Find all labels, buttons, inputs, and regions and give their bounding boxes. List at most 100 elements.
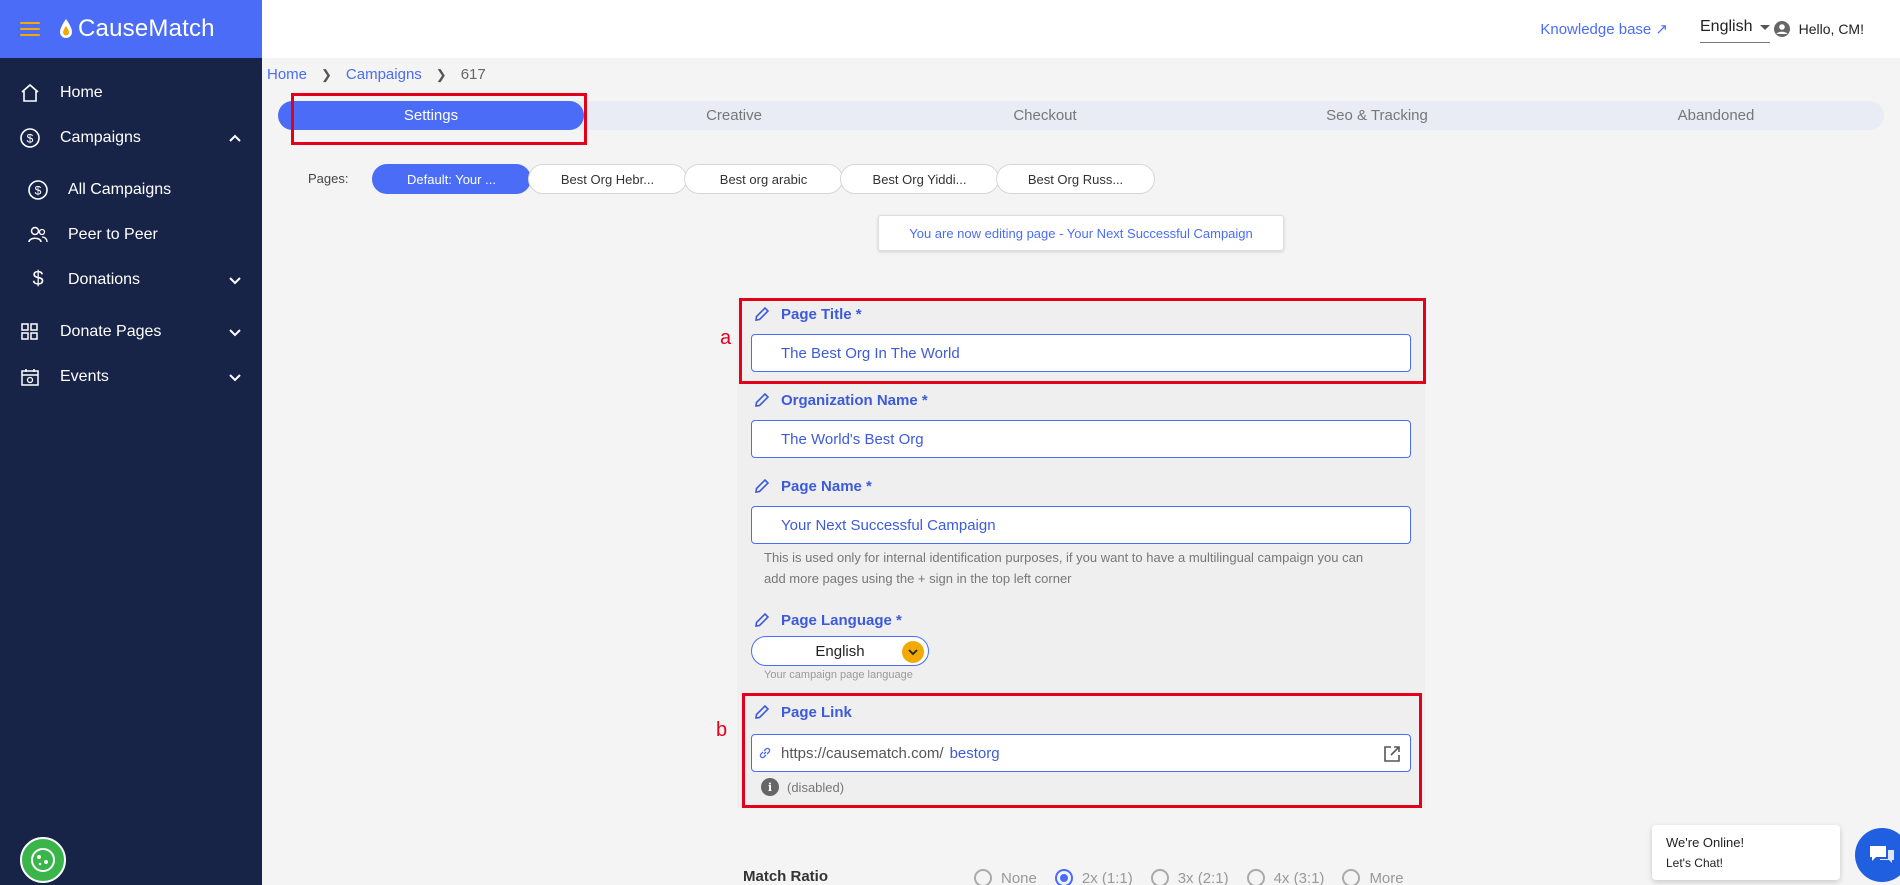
- radio-label: More: [1369, 869, 1404, 885]
- annotation-box-settings-tab: [291, 93, 587, 145]
- breadcrumb-home[interactable]: Home: [267, 66, 307, 83]
- chat-bubble[interactable]: We're Online! Let's Chat!: [1652, 825, 1840, 880]
- chat-button[interactable]: [1855, 828, 1900, 882]
- page-language-hint: Your campaign page language: [764, 669, 913, 681]
- pencil-icon: [755, 478, 770, 493]
- chevron-right-icon: ❯: [435, 66, 447, 82]
- sidebar: CauseMatch Home $ Campaigns $ All Campai…: [0, 0, 262, 885]
- sidebar-item-events[interactable]: Events: [0, 354, 262, 399]
- sidebar-item-label: Donations: [68, 270, 141, 288]
- radio-label: 3x (2:1): [1177, 869, 1229, 885]
- sidebar-item-label: All Campaigns: [68, 180, 172, 198]
- help-line: add more pages using the + sign in the t…: [764, 571, 1072, 586]
- chevron-down-icon[interactable]: [228, 370, 242, 384]
- tab-creative[interactable]: Creative: [584, 101, 884, 130]
- pencil-icon: [755, 612, 770, 627]
- page-chip[interactable]: Default: Your ...: [372, 164, 531, 194]
- organization-name-label-text: Organization Name *: [781, 391, 928, 409]
- sidebar-item-campaigns[interactable]: $ Campaigns: [0, 115, 262, 160]
- sidebar-item-label: Donate Pages: [60, 322, 162, 340]
- page-chip[interactable]: Best Org Yiddi...: [840, 164, 999, 194]
- match-ratio-option-3x[interactable]: 3x (2:1): [1150, 869, 1229, 885]
- sidebar-item-all-campaigns[interactable]: $ All Campaigns: [0, 167, 262, 212]
- annotation-box-a: [739, 298, 1426, 384]
- radio-icon: [1342, 869, 1361, 885]
- chat-line-1: We're Online!: [1666, 835, 1745, 850]
- svg-text:$: $: [35, 183, 42, 197]
- match-ratio-option-more[interactable]: More: [1342, 869, 1404, 885]
- sidebar-item-label: Home: [60, 83, 103, 101]
- page-name-help: This is used only for internal identific…: [764, 547, 1404, 589]
- annotation-letter-a: a: [720, 327, 732, 349]
- tab-abandoned[interactable]: Abandoned: [1548, 101, 1884, 130]
- radio-icon: [974, 869, 992, 885]
- chevron-up-icon[interactable]: [228, 131, 242, 145]
- dollar-circle-icon: $: [26, 178, 50, 202]
- annotation-letter-b: b: [716, 719, 728, 741]
- svg-text:$: $: [27, 131, 34, 145]
- page-chip[interactable]: Best Org Hebr...: [528, 164, 687, 194]
- annotation-box-b: [742, 693, 1422, 808]
- tab-seo-tracking[interactable]: Seo & Tracking: [1206, 101, 1548, 130]
- people-icon: [26, 223, 50, 247]
- chevron-down-icon[interactable]: [228, 273, 242, 287]
- match-ratio-label: Match Ratio: [743, 868, 829, 885]
- page-chip[interactable]: Best org arabic: [684, 164, 843, 194]
- organization-name-label: Organization Name *: [753, 391, 928, 409]
- tab-checkout[interactable]: Checkout: [884, 101, 1206, 130]
- logo-icon: [60, 19, 72, 38]
- language-select-value: English: [1700, 18, 1753, 35]
- topbar: Knowledge base ↗ English Hello, CM!: [262, 0, 1900, 58]
- radio-label: 4x (3:1): [1273, 869, 1325, 885]
- page-chips: Default: Your ... Best Org Hebr... Best …: [372, 164, 1155, 194]
- cookie-settings-button[interactable]: [20, 837, 66, 883]
- match-ratio-options: None 2x (1:1) 3x (2:1) 4x (3:1) More: [974, 869, 1422, 885]
- match-ratio-option-2x[interactable]: 2x (1:1): [1054, 869, 1133, 885]
- page-language-select[interactable]: English: [751, 636, 929, 666]
- brand-bar: CauseMatch: [0, 0, 262, 58]
- dollar-circle-icon: $: [18, 126, 42, 150]
- radio-icon: [1150, 869, 1169, 885]
- page-name-input[interactable]: Your Next Successful Campaign: [751, 506, 1411, 544]
- breadcrumb-current: 617: [460, 66, 486, 83]
- page-name-label-text: Page Name *: [781, 477, 872, 495]
- match-ratio-option-none[interactable]: None: [974, 869, 1037, 885]
- help-line: This is used only for internal identific…: [764, 550, 1364, 565]
- menu-icon[interactable]: [20, 22, 40, 36]
- language-select[interactable]: English: [1700, 18, 1770, 43]
- page-language-value: English: [815, 642, 865, 660]
- chevron-down-icon[interactable]: [228, 325, 242, 339]
- radio-checked-icon: [1054, 869, 1073, 885]
- editing-banner: You are now editing page - Your Next Suc…: [878, 215, 1284, 251]
- user-greeting: Hello, CM!: [1798, 21, 1864, 37]
- dropdown-caret-icon: [1760, 25, 1770, 30]
- match-ratio-option-4x[interactable]: 4x (3:1): [1246, 869, 1325, 885]
- sidebar-item-donate-pages[interactable]: Donate Pages: [0, 309, 262, 354]
- chevron-right-icon: ❯: [321, 66, 332, 82]
- sidebar-nav: Home $ Campaigns $ All Campaigns Peer to…: [0, 58, 262, 399]
- sidebar-item-peer-to-peer[interactable]: Peer to Peer: [0, 212, 262, 257]
- page-language-label-text: Page Language *: [781, 611, 902, 629]
- breadcrumb: Home ❯ Campaigns ❯ 617: [267, 66, 486, 83]
- radio-label: None: [1001, 869, 1037, 885]
- cookie-icon: [31, 848, 55, 872]
- organization-name-input[interactable]: The World's Best Org: [751, 420, 1411, 458]
- radio-icon: [1246, 869, 1265, 885]
- user-menu[interactable]: Hello, CM!: [1773, 20, 1864, 38]
- sidebar-item-label: Campaigns: [60, 128, 141, 146]
- sidebar-item-label: Peer to Peer: [68, 225, 158, 243]
- sidebar-item-donations[interactable]: $ Donations: [0, 257, 262, 302]
- page-name-label: Page Name *: [753, 477, 872, 495]
- brand-name: CauseMatch: [78, 15, 215, 42]
- knowledge-base-link[interactable]: Knowledge base ↗: [1540, 20, 1668, 38]
- page-language-label: Page Language *: [753, 611, 902, 629]
- radio-label: 2x (1:1): [1081, 869, 1133, 885]
- chat-icon: [1870, 846, 1894, 863]
- sidebar-item-home[interactable]: Home: [0, 70, 262, 115]
- account-circle-icon: [1773, 21, 1790, 37]
- breadcrumb-campaigns[interactable]: Campaigns: [346, 66, 422, 83]
- sidebar-item-label: Events: [60, 367, 109, 385]
- pages-label: Pages:: [308, 171, 349, 186]
- grid-icon: [18, 320, 42, 344]
- page-chip[interactable]: Best Org Russ...: [996, 164, 1155, 194]
